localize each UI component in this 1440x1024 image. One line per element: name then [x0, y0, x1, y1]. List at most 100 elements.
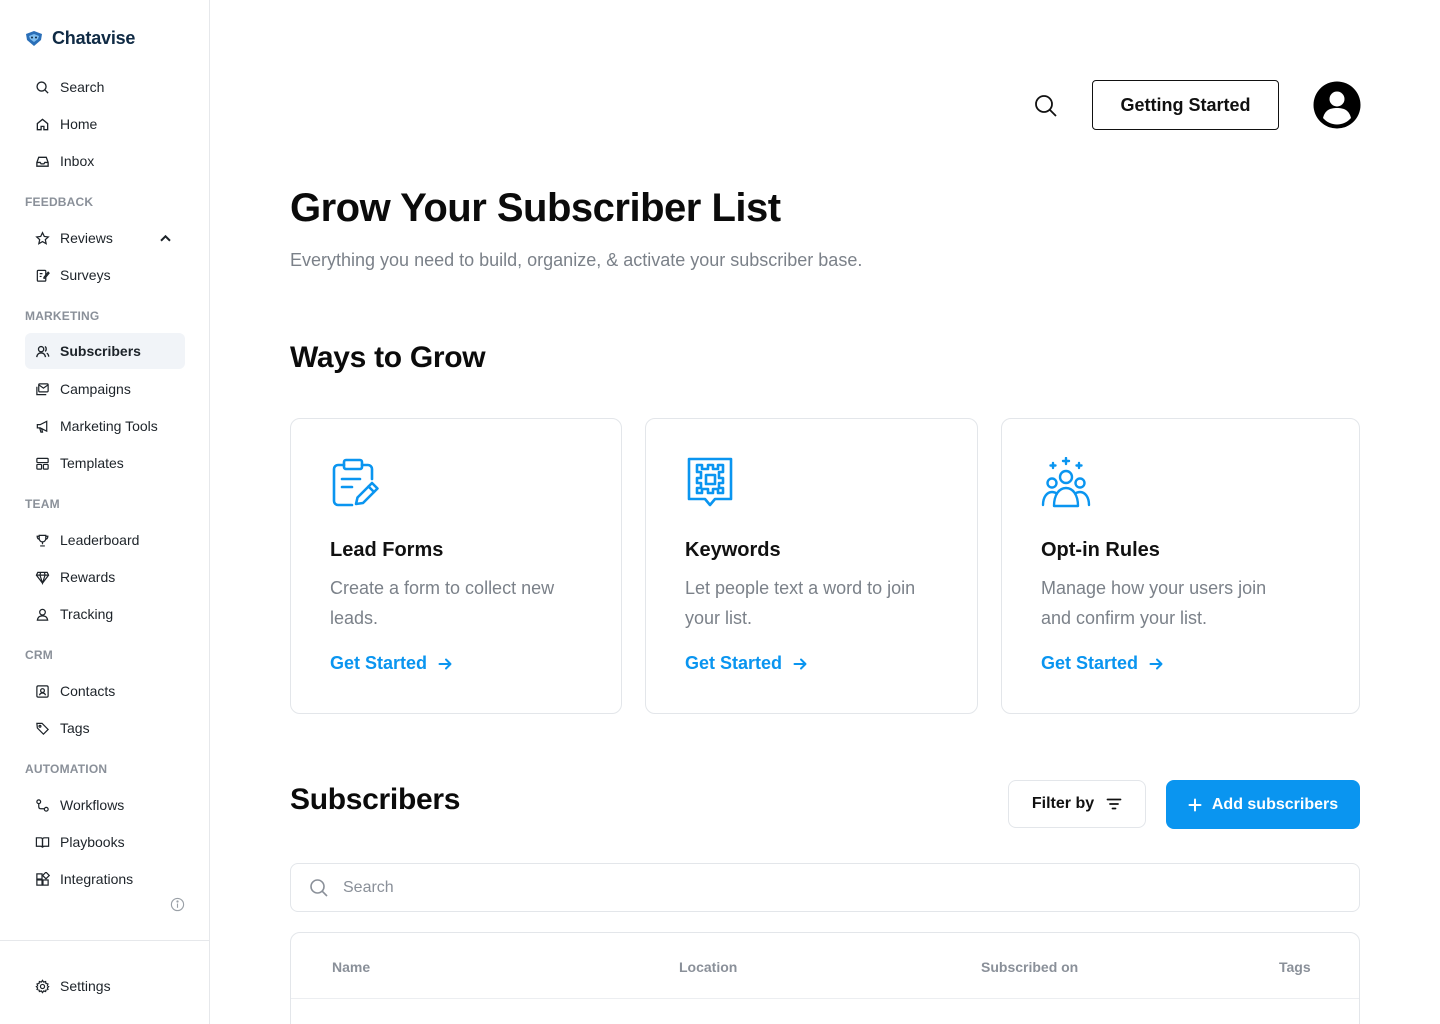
plus-icon: [1188, 798, 1202, 811]
keyword-chip-icon: [687, 457, 733, 507]
sidebar-item-integrations[interactable]: Integrations: [25, 861, 185, 897]
sidebar-item-rewards[interactable]: Rewards: [25, 559, 185, 595]
column-header-tags[interactable]: Tags: [1279, 959, 1311, 975]
column-header-location[interactable]: Location: [679, 959, 737, 975]
sidebar-item-search[interactable]: Search: [25, 69, 185, 105]
sidebar-item-playbooks[interactable]: Playbooks: [25, 824, 185, 860]
section-label-marketing: MARKETING: [25, 309, 100, 323]
opt-in-rules-get-started-link[interactable]: Get Started: [1041, 653, 1164, 674]
sidebar-item-label: Surveys: [60, 267, 111, 283]
tag-icon: [36, 722, 49, 735]
section-label-crm: CRM: [25, 648, 53, 662]
info-icon[interactable]: [170, 897, 185, 912]
header-search-icon[interactable]: [1033, 93, 1059, 119]
card-description: Let people text a word to join your list…: [685, 578, 916, 628]
chevron-up-icon[interactable]: [158, 231, 173, 246]
search-icon: [310, 878, 328, 897]
sidebar-item-label: Reviews: [60, 230, 113, 246]
group-plus-icon: [1041, 457, 1091, 508]
card-description: Create a form to collect new leads.: [330, 578, 555, 628]
section-label-team: TEAM: [25, 497, 60, 511]
brand-name: Chatavise: [52, 28, 136, 48]
sidebar-item-home[interactable]: Home: [25, 106, 185, 142]
sidebar-item-tracking[interactable]: Tracking: [25, 596, 185, 632]
lead-forms-get-started-link[interactable]: Get Started: [330, 653, 453, 674]
search-icon: [36, 80, 49, 94]
sidebar-item-label: Contacts: [60, 683, 116, 699]
sidebar-item-tags[interactable]: Tags: [25, 710, 185, 746]
card-keywords: Keywords Let people text a word to join …: [645, 418, 978, 714]
sidebar-item-workflows[interactable]: Workflows: [25, 787, 185, 823]
sidebar-item-label: Integrations: [60, 871, 134, 887]
tracking-icon: [36, 608, 49, 621]
table-header-divider: [291, 998, 1359, 999]
star-icon: [35, 230, 50, 245]
book-icon: [35, 836, 50, 848]
card-title: Opt-in Rules: [1041, 539, 1160, 561]
sidebar-item-label: Home: [60, 116, 98, 132]
sidebar-item-label: Settings: [60, 978, 111, 994]
brand-logo-icon: [26, 30, 42, 46]
sidebar-item-label: Campaigns: [60, 381, 131, 397]
search-input[interactable]: [343, 878, 1243, 897]
arrow-right-icon: [793, 658, 807, 669]
page-subtitle: Everything you need to build, organize, …: [290, 250, 863, 270]
inbox-icon: [36, 156, 49, 167]
arrow-right-icon: [1149, 658, 1163, 669]
subscribers-table: Name Location Subscribed on Tags: [290, 932, 1360, 1024]
sidebar-item-campaigns[interactable]: Campaigns: [25, 371, 185, 407]
ways-to-grow-title: Ways to Grow: [290, 341, 486, 374]
page-title: Grow Your Subscriber List: [290, 186, 781, 230]
sidebar-item-surveys[interactable]: Surveys: [25, 257, 185, 293]
link-label: Get Started: [1041, 653, 1139, 673]
add-subscribers-button[interactable]: Add subscribers: [1166, 780, 1360, 829]
home-icon: [36, 117, 49, 130]
clipboard-edit-icon: [332, 458, 379, 507]
sidebar-item-label: Marketing Tools: [60, 418, 158, 434]
avatar[interactable]: [1313, 81, 1361, 129]
sidebar-item-contacts[interactable]: Contacts: [25, 673, 185, 709]
sidebar-item-label: Tags: [60, 720, 90, 736]
sidebar-item-label: Workflows: [60, 797, 125, 813]
column-header-subscribed-on[interactable]: Subscribed on: [981, 959, 1078, 975]
sidebar-item-leaderboard[interactable]: Leaderboard: [25, 522, 185, 558]
sidebar-item-inbox[interactable]: Inbox: [25, 143, 185, 179]
card-title: Lead Forms: [330, 539, 444, 561]
filter-label: Filter by: [1031, 795, 1095, 812]
sidebar: Chatavise Search Home Inbox FEEDBACK Rev…: [0, 0, 210, 1024]
campaigns-icon: [36, 382, 49, 395]
sidebar-item-label: Inbox: [60, 153, 95, 169]
survey-icon: [36, 269, 50, 282]
column-header-name[interactable]: Name: [332, 959, 370, 975]
sidebar-item-reviews[interactable]: Reviews: [25, 220, 185, 256]
section-label-feedback: FEEDBACK: [25, 195, 94, 209]
card-title: Keywords: [685, 539, 781, 561]
users-icon: [36, 345, 50, 357]
keywords-get-started-link[interactable]: Get Started: [685, 653, 808, 674]
link-label: Get Started: [330, 653, 428, 673]
templates-icon: [36, 457, 49, 470]
sidebar-item-marketing-tools[interactable]: Marketing Tools: [25, 408, 185, 444]
sidebar-item-label: Tracking: [60, 606, 114, 622]
sidebar-item-label: Leaderboard: [60, 532, 140, 548]
sidebar-item-label: Rewards: [60, 569, 116, 585]
arrow-right-icon: [438, 658, 452, 669]
section-label-automation: AUTOMATION: [25, 762, 108, 776]
subscribers-title: Subscribers: [290, 783, 461, 816]
sidebar-item-label: Search: [60, 79, 105, 95]
card-lead-forms: Lead Forms Create a form to collect new …: [290, 418, 622, 714]
sidebar-item-label: Subscribers: [60, 343, 141, 359]
add-subscribers-label: Add subscribers: [1211, 795, 1339, 813]
integrations-icon: [36, 871, 50, 886]
gear-icon: [35, 978, 50, 994]
filter-by-button[interactable]: Filter by: [1008, 780, 1146, 828]
card-description: Manage how your users join and confirm y…: [1041, 578, 1267, 628]
link-label: Get Started: [685, 653, 783, 673]
megaphone-icon: [36, 419, 48, 433]
sidebar-item-settings[interactable]: Settings: [25, 968, 185, 1004]
sidebar-item-subscribers[interactable]: Subscribers: [25, 333, 185, 369]
contacts-icon: [36, 684, 49, 698]
brand[interactable]: Chatavise: [24, 28, 135, 49]
sidebar-item-templates[interactable]: Templates: [25, 445, 185, 481]
getting-started-button[interactable]: Getting Started: [1092, 80, 1279, 130]
